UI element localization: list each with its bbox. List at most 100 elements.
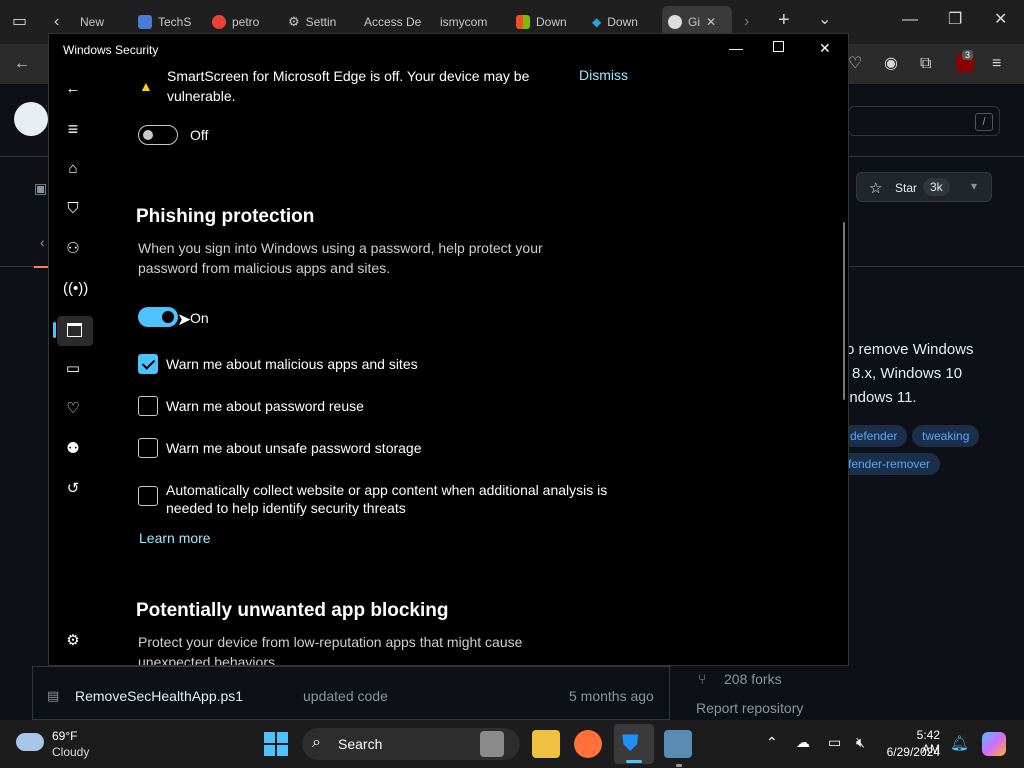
cloud-icon[interactable] (16, 733, 44, 751)
star-count: 3k (923, 178, 950, 196)
hamburger-menu-icon[interactable]: ≡ (63, 119, 83, 139)
tab-actions-icon[interactable]: ▭ (12, 14, 27, 30)
tab-list-icon[interactable]: ⌄ (818, 12, 831, 28)
techs-favicon-icon (138, 15, 152, 29)
firewall-network-icon[interactable]: ((•)) (63, 279, 88, 299)
edge-smartscreen-toggle[interactable] (138, 125, 178, 145)
show-hidden-icons[interactable]: ⌃ (766, 734, 778, 751)
account-protection-icon[interactable]: ⚇ (63, 239, 83, 259)
browser-back-icon[interactable]: ← (14, 56, 30, 72)
close-tab-icon[interactable]: ✕ (706, 15, 716, 29)
warning-icon: ▲ (139, 78, 153, 94)
tab-label: Down (607, 15, 638, 29)
family-options-icon[interactable]: ⚉ (63, 439, 83, 459)
browser-close-icon[interactable]: ✕ (994, 12, 1007, 28)
phishing-protection-toggle[interactable] (138, 307, 178, 327)
commit-time: 5 months ago (569, 688, 654, 704)
warn-unsafe-storage-checkbox[interactable] (138, 438, 158, 458)
maximize-icon[interactable] (773, 41, 784, 52)
back-arrow-icon[interactable]: ← (63, 79, 83, 99)
description-line: indows 11. (846, 389, 917, 406)
microsoft-favicon-icon (516, 15, 530, 29)
windows-security-taskbar-button[interactable]: ⛊ (614, 724, 654, 764)
device-health-icon[interactable]: ♡ (63, 399, 83, 419)
tab-scroll-left-icon[interactable]: ‹ (54, 14, 59, 30)
taskbar-search-box[interactable]: ⌕ Search (302, 728, 520, 760)
file-icon: ▤ (47, 688, 60, 703)
download-favicon-icon: ◆ (592, 15, 602, 29)
windows-security-window: Windows Security — ✕ ← ≡ ⌂ ⛉ ⚇ ((•)) ▭ ♡… (48, 33, 849, 666)
taskbar: 69°F Cloudy ⌕ Search ⛊ ⌃ ☁ ▭ 🔇︎ 5:42 AM … (0, 720, 1024, 768)
topic-tag[interactable]: tweaking (912, 425, 980, 447)
topic-tag[interactable]: fender-remover (838, 453, 941, 475)
edge-toggle-label: Off (190, 127, 209, 143)
account-icon[interactable]: ◉ (884, 56, 898, 72)
description-line: o remove Windows (846, 341, 974, 358)
new-tab-icon[interactable]: + (778, 10, 790, 30)
volume-mute-icon[interactable]: 🔇︎ (856, 734, 865, 751)
shield-icon[interactable]: ⛉ (63, 199, 83, 219)
firefox-icon[interactable] (574, 730, 602, 758)
github-search-box[interactable]: / (848, 106, 1000, 136)
notification-bell-icon[interactable]: 🔔︎ (950, 734, 969, 752)
phishing-heading: Phishing protection (136, 206, 315, 227)
warn-password-reuse-checkbox[interactable] (138, 396, 158, 416)
file-table: ▤ RemoveSecHealthApp.ps1 updated code 5 … (32, 666, 671, 720)
search-label: Search (338, 736, 383, 752)
minimize-icon[interactable]: — (729, 40, 743, 56)
onedrive-icon[interactable]: ☁ (796, 734, 810, 751)
gear-favicon-icon: ⚙ (288, 14, 300, 29)
warn-malicious-apps-checkbox[interactable] (138, 354, 158, 374)
pua-description: Protect your device from low-reputation … (138, 632, 523, 666)
clock-date[interactable]: 6/29/2024 (880, 745, 940, 759)
file-name-link[interactable]: RemoveSecHealthApp.ps1 (75, 688, 243, 704)
search-shortcut-key: / (975, 113, 993, 131)
menu-icon[interactable]: ≡ (992, 56, 1001, 72)
github-logo-icon[interactable] (14, 102, 48, 136)
tab-label: petro (232, 15, 260, 29)
phishing-toggle-label: On (190, 310, 209, 326)
learn-more-link[interactable]: Learn more (139, 530, 211, 546)
browser-restore-icon[interactable]: ❐ (948, 12, 962, 28)
weather-desc: Cloudy (52, 745, 90, 759)
display-icon[interactable]: ▭ (828, 734, 841, 751)
search-highlight-icon (480, 731, 504, 757)
description-line: Protect your device from low-reputation … (138, 634, 523, 650)
remote-desktop-icon[interactable] (664, 730, 692, 758)
checkbox-label: Warn me about password reuse (166, 398, 364, 414)
commit-message[interactable]: updated code (303, 688, 388, 704)
device-security-icon[interactable]: ▭ (63, 359, 83, 379)
dismiss-link[interactable]: Dismiss (579, 67, 628, 83)
search-icon: ⌕ (312, 734, 321, 751)
star-dropdown-icon[interactable]: ▾ (971, 179, 977, 193)
nav-item-app-browser-control[interactable] (57, 316, 93, 346)
pocket-icon[interactable]: ♡ (848, 56, 862, 72)
copilot-icon[interactable] (982, 732, 1006, 756)
star-button[interactable]: ☆ Star 3k ▾ (856, 172, 992, 202)
scrollbar-thumb[interactable] (843, 222, 845, 400)
app-browser-control-icon (67, 323, 82, 337)
checkbox-label: Warn me about unsafe password storage (166, 440, 422, 456)
tab-scroll-right-icon[interactable]: › (744, 14, 749, 30)
topic-tag[interactable]: defender (840, 425, 908, 447)
star-icon: ☆ (869, 180, 883, 197)
windows-start-icon[interactable] (264, 732, 288, 756)
history-icon[interactable]: ↺ (63, 479, 83, 499)
auto-collect-content-checkbox[interactable] (138, 486, 158, 506)
description-line: 8.x, Windows 10 (852, 365, 963, 382)
settings-gear-icon[interactable]: ⚙ (63, 631, 83, 651)
label-line: needed to help identify security threats (166, 500, 406, 516)
repo-icon: ▣ (34, 180, 48, 196)
report-repository-link[interactable]: Report repository (696, 700, 803, 716)
extensions-icon[interactable]: ⧉ (920, 56, 931, 72)
weather-temp[interactable]: 69°F (52, 729, 77, 743)
close-icon[interactable]: ✕ (819, 40, 831, 57)
home-icon[interactable]: ⌂ (63, 159, 83, 179)
forks-count[interactable]: 208 forks (724, 671, 782, 687)
chevron-left-icon[interactable]: ‹ (40, 234, 45, 250)
browser-minimize-icon[interactable]: — (902, 12, 918, 28)
file-explorer-icon[interactable] (532, 730, 560, 758)
pua-heading: Potentially unwanted app blocking (136, 600, 449, 621)
description-line: unexpected behaviors. (138, 654, 279, 666)
tab-label: Access De (364, 15, 422, 29)
